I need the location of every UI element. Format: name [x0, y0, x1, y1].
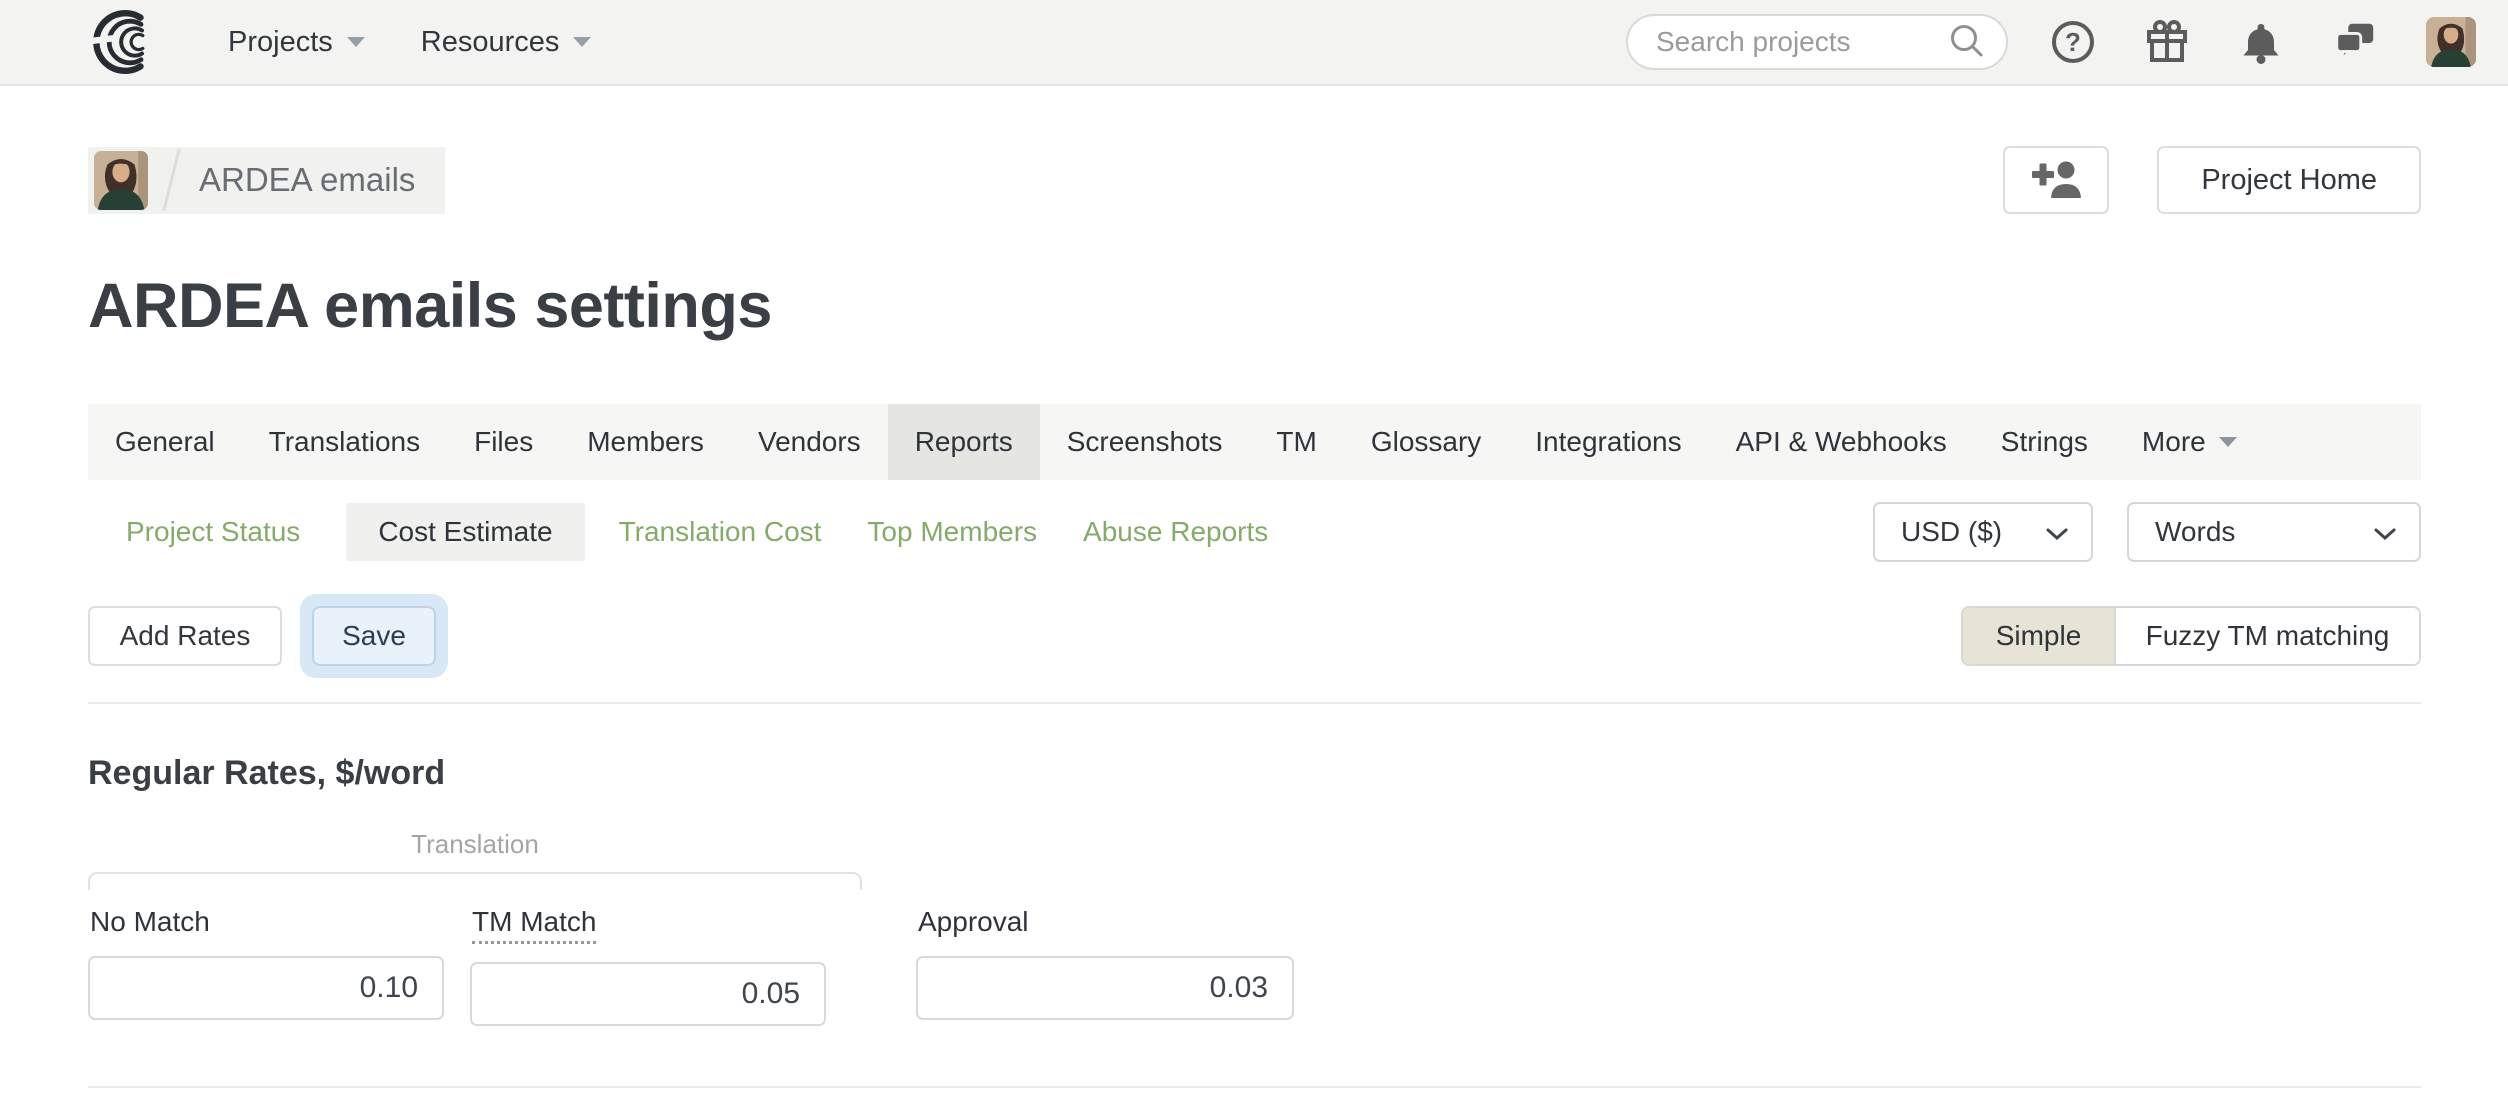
project-home-label: Project Home	[2201, 163, 2377, 196]
mode-toggle: Simple Fuzzy TM matching	[1961, 606, 2421, 666]
save-focus-ring: Save	[300, 594, 448, 678]
subnav-translation-cost[interactable]: Translation Cost	[619, 516, 822, 548]
add-person-icon	[2030, 156, 2082, 205]
bottom-divider	[88, 1086, 2421, 1088]
help-icon[interactable]: ?	[2050, 19, 2096, 65]
chat-icon[interactable]	[2332, 19, 2378, 65]
chevron-down-icon	[2373, 516, 2397, 548]
caret-down-icon	[346, 37, 365, 47]
chevron-down-icon	[2045, 516, 2069, 548]
no-match-input[interactable]	[88, 956, 444, 1020]
page-content: ARDEA emails Project Home ARDEA emails s…	[0, 146, 2508, 1088]
subnav-top-members[interactable]: Top Members	[867, 516, 1037, 548]
tm-match-label: TM Match	[472, 906, 597, 944]
rates-section: Translation No Match TM Match Approval	[88, 829, 2421, 1026]
breadcrumb-row: ARDEA emails Project Home	[88, 146, 2421, 214]
translation-group-bracket	[88, 872, 862, 890]
breadcrumb[interactable]: ARDEA emails	[88, 146, 446, 214]
toggle-simple[interactable]: Simple	[1963, 608, 2116, 664]
tab-members[interactable]: Members	[560, 404, 731, 480]
search-input[interactable]	[1654, 25, 1946, 59]
tab-tm[interactable]: TM	[1249, 404, 1343, 480]
invite-members-button[interactable]	[2003, 146, 2110, 214]
reports-subnav: Project Status Cost Estimate Translation…	[88, 503, 1314, 561]
breadcrumb-separator	[162, 148, 181, 212]
field-approval: Approval	[916, 906, 1294, 1026]
search-box[interactable]	[1626, 14, 2008, 70]
unit-select[interactable]: Words	[2127, 502, 2421, 562]
subnav-project-status[interactable]: Project Status	[126, 516, 300, 548]
currency-select[interactable]: USD ($)	[1873, 502, 2093, 562]
tab-api-webhooks[interactable]: API & Webhooks	[1709, 404, 1974, 480]
tab-glossary[interactable]: Glossary	[1344, 404, 1508, 480]
settings-tabs: General Translations Files Members Vendo…	[88, 404, 2421, 480]
project-avatar	[94, 150, 148, 210]
tab-general[interactable]: General	[88, 404, 242, 480]
tab-more[interactable]: More	[2115, 404, 2264, 480]
nav-resources[interactable]: Resources	[421, 26, 592, 59]
caret-down-icon	[573, 37, 592, 47]
page-title: ARDEA emails settings	[88, 271, 772, 341]
unit-select-value: Words	[2155, 516, 2236, 547]
crowdin-logo-icon[interactable]	[88, 6, 172, 78]
field-no-match: No Match	[88, 906, 444, 1026]
approval-label: Approval	[918, 906, 1029, 937]
add-rates-button[interactable]: Add Rates	[88, 606, 282, 666]
tab-files[interactable]: Files	[447, 404, 560, 480]
caret-down-icon	[2218, 437, 2237, 447]
nav-projects-label: Projects	[228, 25, 333, 58]
header-buttons: Project Home	[2003, 146, 2421, 214]
rates-heading: Regular Rates, $/word	[88, 754, 446, 792]
search-icon[interactable]	[1946, 20, 1986, 65]
topbar-icon-group: ?	[2050, 17, 2476, 67]
breadcrumb-project-name: ARDEA emails	[199, 161, 416, 198]
tab-reports[interactable]: Reports	[887, 404, 1040, 480]
actions-left: Add Rates Save	[88, 594, 448, 678]
topbar: Projects Resources ?	[0, 0, 2508, 86]
rate-fields-row: No Match TM Match Approval	[88, 906, 2421, 1026]
tm-match-input[interactable]	[470, 962, 826, 1026]
subnav-abuse-reports[interactable]: Abuse Reports	[1083, 516, 1268, 548]
tab-translations[interactable]: Translations	[242, 404, 447, 480]
subnav-row: Project Status Cost Estimate Translation…	[88, 502, 2421, 562]
nav-resources-label: Resources	[420, 25, 560, 58]
tab-vendors[interactable]: Vendors	[731, 404, 888, 480]
gift-icon[interactable]	[2144, 19, 2190, 65]
currency-select-value: USD ($)	[1901, 516, 2003, 547]
subnav-cost-estimate[interactable]: Cost Estimate	[346, 503, 585, 561]
tab-screenshots[interactable]: Screenshots	[1040, 404, 1250, 480]
tab-strings[interactable]: Strings	[1974, 404, 2115, 480]
bell-icon[interactable]	[2238, 19, 2284, 65]
user-avatar[interactable]	[2426, 17, 2476, 67]
translation-group-label: Translation	[411, 829, 539, 859]
section-divider	[88, 702, 2421, 704]
no-match-label: No Match	[90, 906, 210, 937]
approval-input[interactable]	[916, 956, 1294, 1020]
nav-projects[interactable]: Projects	[228, 26, 365, 59]
filters: USD ($) Words	[1873, 502, 2421, 562]
project-home-button[interactable]: Project Home	[2157, 146, 2421, 214]
tab-integrations[interactable]: Integrations	[1508, 404, 1708, 480]
actions-row: Add Rates Save Simple Fuzzy TM matching	[88, 592, 2421, 680]
toggle-fuzzy-tm-matching[interactable]: Fuzzy TM matching	[2116, 608, 2419, 664]
field-tm-match: TM Match	[470, 906, 826, 1026]
save-button[interactable]: Save	[312, 606, 436, 666]
svg-text:?: ?	[2065, 27, 2081, 57]
